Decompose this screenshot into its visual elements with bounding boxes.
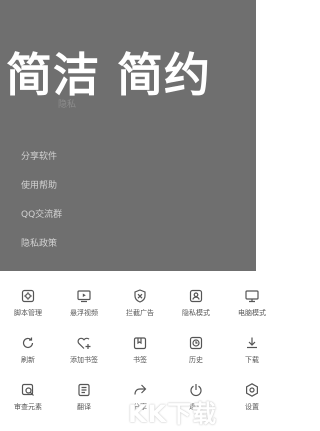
add-bookmark-icon — [76, 335, 92, 351]
add-bookmark-button[interactable]: 添加书签 — [56, 328, 112, 375]
history-label: 历史 — [189, 356, 203, 364]
refresh-icon — [20, 335, 36, 351]
block-ads-label: 拦截广告 — [126, 309, 154, 317]
script-icon — [20, 288, 36, 304]
dimmed-background[interactable]: 隐私 简洁 简约 分享软件 使用帮助 QQ交流群 隐私政策 — [0, 0, 256, 271]
script-manager-button[interactable]: 脚本管理 — [0, 281, 56, 328]
menu-item-privacy-policy[interactable]: 隐私政策 — [21, 237, 62, 266]
floating-video-button[interactable]: 悬浮视频 — [56, 281, 112, 328]
history-button[interactable]: 历史 — [168, 328, 224, 375]
menu-item-help[interactable]: 使用帮助 — [21, 179, 62, 208]
translate-label: 翻译 — [77, 403, 91, 411]
promo-headline: 简洁 简约 — [6, 48, 212, 102]
bookmarks-button[interactable]: 书签 — [112, 328, 168, 375]
refresh-button[interactable]: 刷新 — [0, 328, 56, 375]
bookmarks-label: 书签 — [133, 356, 147, 364]
desktop-mode-label: 电脑模式 — [238, 309, 266, 317]
settings-button[interactable]: 设置 — [224, 375, 280, 422]
desktop-icon — [244, 288, 260, 304]
inspect-element-label: 审查元素 — [14, 403, 42, 411]
watermark-logo: KK下载 — [128, 400, 218, 428]
settings-label: 设置 — [245, 403, 259, 411]
inspect-element-button[interactable]: 审查元素 — [0, 375, 56, 422]
ad-block-icon — [132, 288, 148, 304]
privacy-mode-button[interactable]: 隐私模式 — [168, 281, 224, 328]
desktop-mode-button[interactable]: 电脑模式 — [224, 281, 280, 328]
privacy-mode-label: 隐私模式 — [182, 309, 210, 317]
script-manager-label: 脚本管理 — [14, 309, 42, 317]
downloads-button[interactable]: 下载 — [224, 328, 280, 375]
downloads-label: 下载 — [245, 356, 259, 364]
add-bookmark-label: 添加书签 — [70, 356, 98, 364]
block-ads-button[interactable]: 拦截广告 — [112, 281, 168, 328]
download-icon — [244, 335, 260, 351]
translate-button[interactable]: 翻译 — [56, 375, 112, 422]
floating-video-icon — [76, 288, 92, 304]
privacy-icon — [188, 288, 204, 304]
bookmark-icon — [132, 335, 148, 351]
floating-video-label: 悬浮视频 — [70, 309, 98, 317]
history-icon — [188, 335, 204, 351]
translate-icon — [76, 382, 92, 398]
settings-icon — [244, 382, 260, 398]
refresh-label: 刷新 — [21, 356, 35, 364]
inspect-icon — [20, 382, 36, 398]
side-menu-list: 分享软件 使用帮助 QQ交流群 隐私政策 — [21, 150, 62, 266]
menu-item-share-app[interactable]: 分享软件 — [21, 150, 62, 179]
menu-item-qq-group[interactable]: QQ交流群 — [21, 208, 62, 237]
